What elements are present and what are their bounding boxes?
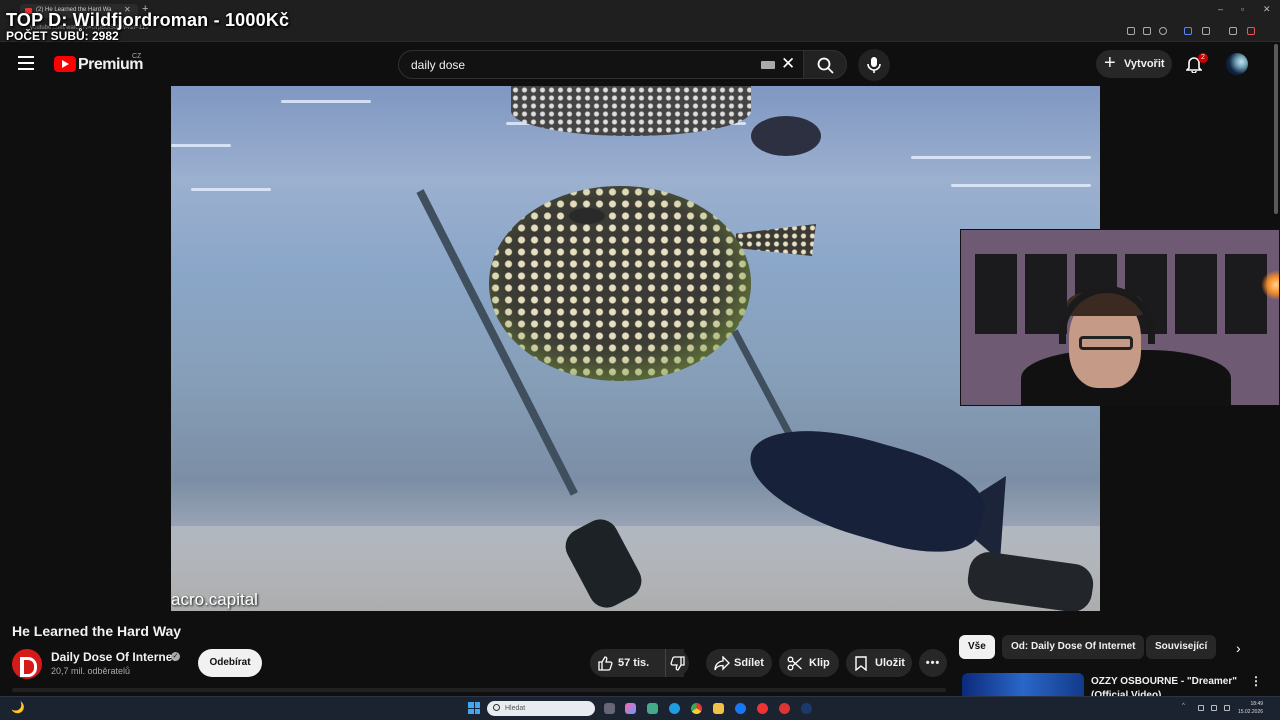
minimize-icon[interactable]: – xyxy=(1218,4,1223,14)
bookmark-icon xyxy=(855,656,867,671)
browser-menu-icon[interactable] xyxy=(1265,27,1268,35)
clock-date: 15.02.2026 xyxy=(1238,709,1264,715)
clip-label: Klip xyxy=(809,657,830,669)
water-reflection xyxy=(911,156,1091,159)
subscribe-button[interactable]: Odebírat xyxy=(198,649,262,677)
save-label: Uložit xyxy=(875,657,905,669)
video-title: He Learned the Hard Way xyxy=(12,623,182,639)
scrollbar[interactable] xyxy=(1274,44,1278,214)
taskbar-clock[interactable]: 18:49 15.02.2026 xyxy=(1238,700,1263,716)
verified-icon: ✓ xyxy=(171,652,180,661)
browser-app-icon[interactable] xyxy=(735,703,746,714)
chip-from-channel[interactable]: Od: Daily Dose Of Internet xyxy=(1002,635,1145,659)
fish-top xyxy=(511,86,751,136)
tray-app-icon[interactable] xyxy=(1211,705,1217,711)
search-button[interactable] xyxy=(803,50,847,79)
sidebar-icon[interactable] xyxy=(1229,27,1237,35)
task-view-icon[interactable] xyxy=(604,703,615,714)
recommendation-menu-icon[interactable]: ⋮ xyxy=(1250,674,1262,688)
more-actions-button[interactable]: ••• xyxy=(919,649,947,677)
extension-icon[interactable] xyxy=(1184,27,1192,35)
water-reflection xyxy=(281,100,371,103)
dislike-button[interactable] xyxy=(665,649,689,677)
channel-name[interactable]: Daily Dose Of Internet xyxy=(51,650,176,664)
water-reflection xyxy=(191,188,271,191)
description-box-edge xyxy=(12,688,946,692)
tray-app-icon[interactable] xyxy=(1198,705,1204,711)
steam-icon[interactable] xyxy=(801,703,812,714)
close-window-icon[interactable]: ✕ xyxy=(1263,4,1271,15)
thumbs-down-icon xyxy=(670,656,685,671)
water-reflection xyxy=(171,144,231,147)
clear-search-icon[interactable]: ✕ xyxy=(781,54,795,74)
chrome-icon[interactable] xyxy=(691,703,702,714)
tray-chevron-icon[interactable]: ^ xyxy=(1182,703,1188,709)
youtube-logo-icon[interactable] xyxy=(54,56,76,72)
channel-avatar[interactable] xyxy=(12,649,42,679)
chevron-right-icon[interactable]: › xyxy=(1236,640,1241,656)
network-icon[interactable] xyxy=(1224,705,1230,711)
create-button[interactable]: + Vytvořit xyxy=(1096,50,1172,78)
app-red-icon[interactable] xyxy=(757,703,768,714)
search-input[interactable]: daily dose xyxy=(411,58,465,72)
chip-all[interactable]: Vše xyxy=(959,635,995,659)
youtube-header: Premium CZ daily dose ✕ + Vytvořit 2 xyxy=(0,42,1280,86)
scissors-icon xyxy=(787,656,802,671)
lamp-glow xyxy=(1261,270,1279,300)
weather-moon-icon[interactable]: 🌙 xyxy=(11,701,25,714)
share-button[interactable]: Sdílet xyxy=(706,649,772,677)
search-box[interactable]: daily dose ✕ xyxy=(398,50,806,79)
taskbar: 🌙 Hledat ^ 18:49 15.02.2026 xyxy=(0,696,1280,720)
taskbar-search-placeholder: Hledat xyxy=(505,705,526,712)
keyboard-icon[interactable] xyxy=(761,61,775,69)
edge-icon[interactable] xyxy=(669,703,680,714)
air-tube xyxy=(731,329,794,439)
taskbar-search[interactable]: Hledat xyxy=(487,701,595,716)
acoustic-panel xyxy=(1175,254,1217,334)
glasses xyxy=(1079,336,1133,350)
microphone-icon xyxy=(867,57,881,73)
clip-button[interactable]: Klip xyxy=(779,649,839,677)
voice-search-button[interactable] xyxy=(858,49,890,81)
app-icon[interactable] xyxy=(647,703,658,714)
stream-subs-count: POČET SUBŮ: 2982 xyxy=(6,29,119,43)
acoustic-panel xyxy=(975,254,1017,334)
share-label: Sdílet xyxy=(734,657,764,669)
widgets-icon[interactable] xyxy=(625,703,636,714)
zoom-icon[interactable] xyxy=(1127,27,1135,35)
streamer-webcam xyxy=(960,229,1280,406)
maximize-icon[interactable]: ▫ xyxy=(1241,4,1244,14)
pufferfish-tail xyxy=(736,224,816,256)
bookmark-star-icon[interactable] xyxy=(1159,27,1167,35)
logo-country: CZ xyxy=(132,53,142,60)
file-explorer-icon[interactable] xyxy=(713,703,724,714)
like-count: 57 tis. xyxy=(618,657,650,669)
stream-top-donor: TOP D: Wildfjordroman - 1000Kč xyxy=(6,10,290,30)
thumbs-up-icon xyxy=(598,656,613,671)
plus-icon: + xyxy=(1104,52,1116,74)
channel-subscribers: 20,7 mil. odběratelů xyxy=(51,666,131,676)
create-label: Vytvořit xyxy=(1124,58,1165,70)
recording-app-icon[interactable] xyxy=(779,703,790,714)
hamburger-menu-icon[interactable] xyxy=(18,56,34,70)
profile-icon[interactable] xyxy=(1247,27,1255,35)
water-reflection xyxy=(951,184,1091,187)
search-icon xyxy=(817,57,834,74)
search-icon xyxy=(493,704,500,711)
extensions-puzzle-icon[interactable] xyxy=(1202,27,1210,35)
clock-time: 18:49 xyxy=(1250,701,1264,707)
user-avatar[interactable] xyxy=(1226,53,1248,75)
cast-icon[interactable] xyxy=(1143,27,1151,35)
pufferfish xyxy=(489,186,751,381)
share-icon xyxy=(714,656,730,671)
chip-related[interactable]: Související xyxy=(1146,635,1217,659)
pufferfish-eye xyxy=(569,208,605,224)
notifications-badge: 2 xyxy=(1198,53,1208,63)
windows-start-icon[interactable] xyxy=(468,702,480,714)
save-button[interactable]: Uložit xyxy=(846,649,912,677)
fish-fin xyxy=(751,116,821,156)
video-watermark: acro.capital xyxy=(171,590,258,609)
